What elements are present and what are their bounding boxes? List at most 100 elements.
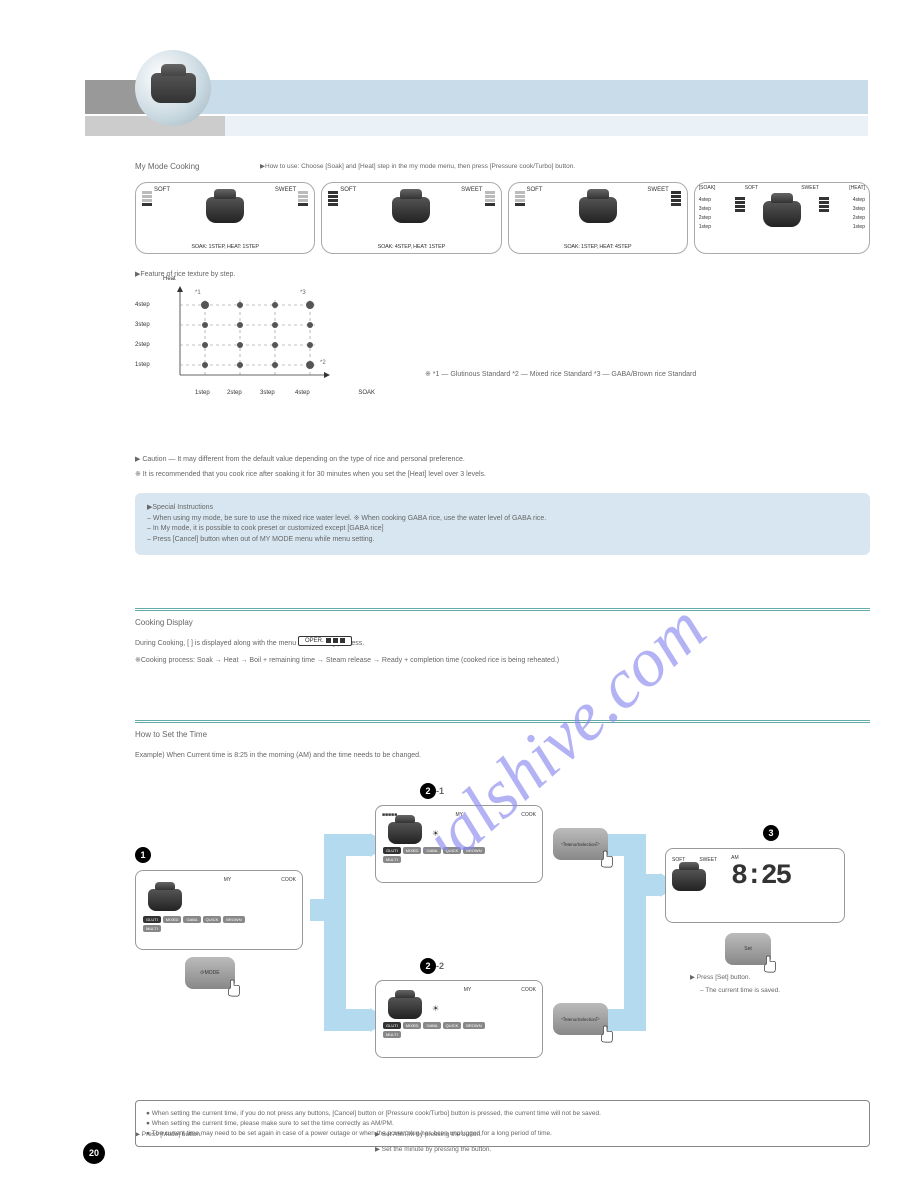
btn-label: Menu/Selection	[565, 1017, 596, 1022]
menu-pill: MULTI	[383, 1031, 401, 1038]
menu-pill: BROWN	[463, 847, 484, 854]
step-label: 2step	[853, 215, 865, 221]
menu-pill: GLUTI	[143, 916, 161, 923]
lbl-sweet: SWEET	[699, 857, 717, 863]
screen-3: SOFTSWEET AM 8:25	[665, 848, 845, 923]
card-caption: SOAK: 1STEP, HEAT: 1STEP	[136, 244, 314, 250]
menu-pill: MULTI	[143, 925, 161, 932]
ytick: 4step	[135, 302, 150, 308]
bars-right	[485, 191, 495, 206]
bnote2: ● When setting the current time, please …	[146, 1119, 859, 1129]
rule-1	[135, 608, 870, 611]
menu-pill: MIXED	[403, 1022, 422, 1029]
step22-number: 2-2	[420, 958, 444, 974]
step21-number: 2-1	[420, 783, 444, 799]
menu-pill: MIXED	[403, 847, 422, 854]
mode-button[interactable]: ⟳MODE	[185, 957, 235, 989]
finger-icon	[598, 850, 616, 868]
pot-icon	[392, 197, 430, 223]
bars-right	[298, 191, 308, 206]
heat-header: [HEAT]	[849, 185, 865, 191]
ytick: 2step	[135, 342, 150, 348]
step-label: 1step	[699, 224, 711, 230]
label-sweet: SWEET	[275, 187, 296, 193]
menu-pill: BROWN	[223, 916, 244, 923]
graph-note: ※ *1 — Glutinous Standard *2 — Mixed ric…	[425, 370, 696, 378]
product-logo	[135, 50, 211, 126]
num-circle: 3	[763, 825, 779, 841]
bb-line1: ▶Special Instructions	[147, 503, 858, 514]
pot-icon	[388, 997, 422, 1019]
rule-2	[135, 720, 870, 723]
screen-1: MY COOK GLUTIMIXEDGABAQUICKBROWN MULTI	[135, 870, 303, 950]
menu-pill: GABA	[183, 916, 200, 923]
menu-pill: MULTI	[383, 856, 401, 863]
graph-block: Heat 4step 3step 2step 1step	[135, 280, 870, 410]
card-2: SOFTSWEET SOAK: 4STEP, HEAT: 1STEP	[321, 182, 501, 254]
step-label: 4step	[699, 197, 711, 203]
am-icon: ☀	[432, 829, 439, 838]
bars-right	[819, 197, 829, 212]
intro-text: ▶How to use: Choose [Soak] and [Heat] st…	[260, 162, 575, 170]
bars-left	[142, 191, 152, 206]
menu-pill: QUICK	[203, 916, 222, 923]
bb-line2: – When using my mode, be sure to use the…	[147, 514, 858, 525]
oper-label: OPER.	[305, 638, 324, 644]
step-label: 3step	[699, 206, 711, 212]
flow-diagram: 1 MYCOOK GLUTIMIXEDGABAQUICKBROWN MULTI …	[135, 805, 870, 1125]
pt2: *2	[320, 360, 326, 366]
label-sweet: SWEET	[647, 187, 668, 193]
bars-left	[328, 191, 338, 206]
num-circle: 1	[135, 847, 151, 863]
menu-pill: MIXED	[163, 916, 182, 923]
bars-right	[671, 191, 681, 206]
set-time-title: How to Set the Time	[135, 730, 207, 739]
set-button[interactable]: Set	[725, 933, 771, 965]
bars-left	[515, 191, 525, 206]
label-sweet: SWEET	[801, 185, 819, 191]
pot-icon	[148, 889, 182, 911]
menu-selection-button[interactable]: ◁Menu/Selection▷	[553, 828, 608, 860]
bnote1: ● When setting the current time, if you …	[146, 1109, 859, 1119]
pot-icon	[672, 869, 706, 891]
lbl-cook: COOK	[521, 987, 536, 993]
lbl-cook: COOK	[521, 812, 536, 818]
steps-left: 4step 3step 2step 1step	[699, 197, 711, 230]
btn-label: Set	[744, 946, 752, 952]
bb-line3: – In My mode, it is possible to cook pre…	[147, 524, 858, 535]
example-cards-row: SOFTSWEET SOAK: 1STEP, HEAT: 1STEP SOFTS…	[135, 182, 870, 254]
label-soft: SOFT	[154, 187, 170, 193]
lbl-cook: COOK	[281, 877, 296, 883]
pot-icon	[151, 73, 196, 103]
xtick: 1step	[195, 390, 210, 396]
soak-header: [SOAK]	[699, 185, 716, 191]
step-label: 3step	[853, 206, 865, 212]
pot-icon	[388, 822, 422, 844]
card-4: [SOAK] SOFT SWEET [HEAT] 4step 3step 2st…	[694, 182, 870, 254]
steps-right: 4step 3step 2step 1step	[853, 197, 865, 230]
finger-icon	[598, 1025, 616, 1043]
special-instructions-box: ▶Special Instructions – When using my mo…	[135, 493, 870, 555]
step1-number: 1	[135, 847, 151, 863]
finger-icon	[225, 979, 243, 997]
menu-pill: GABA	[423, 1022, 440, 1029]
xtick: 2step	[227, 390, 242, 396]
bb-line4: – Press [Cancel] button when out of MY M…	[147, 535, 858, 546]
graph: Heat 4step 3step 2step 1step	[135, 280, 365, 410]
cooking-display-title: Cooking Display	[135, 618, 193, 627]
lbl-my: MY	[224, 877, 232, 883]
finger-icon	[761, 955, 779, 973]
xtick: 4step	[295, 390, 310, 396]
step3-number: 3	[763, 825, 779, 841]
bottom-notes-box: ● When setting the current time, if you …	[135, 1100, 870, 1147]
menu-selection-button-2[interactable]: ◁Menu/Selection▷	[553, 1003, 608, 1035]
label-sweet: SWEET	[461, 187, 482, 193]
card-1: SOFT SWEET SOAK: 1STEP, HEAT: 1STEP	[135, 182, 315, 254]
card-3: SOFTSWEET SOAK: 1STEP, HEAT: 4STEP	[508, 182, 688, 254]
bars-left	[735, 197, 745, 212]
label-soft: SOFT	[340, 187, 356, 193]
menu-pill: QUICK	[443, 847, 462, 854]
menu-pill: QUICK	[443, 1022, 462, 1029]
card-caption: SOAK: 1STEP, HEAT: 4STEP	[509, 244, 687, 250]
label-soft: SOFT	[745, 185, 758, 191]
